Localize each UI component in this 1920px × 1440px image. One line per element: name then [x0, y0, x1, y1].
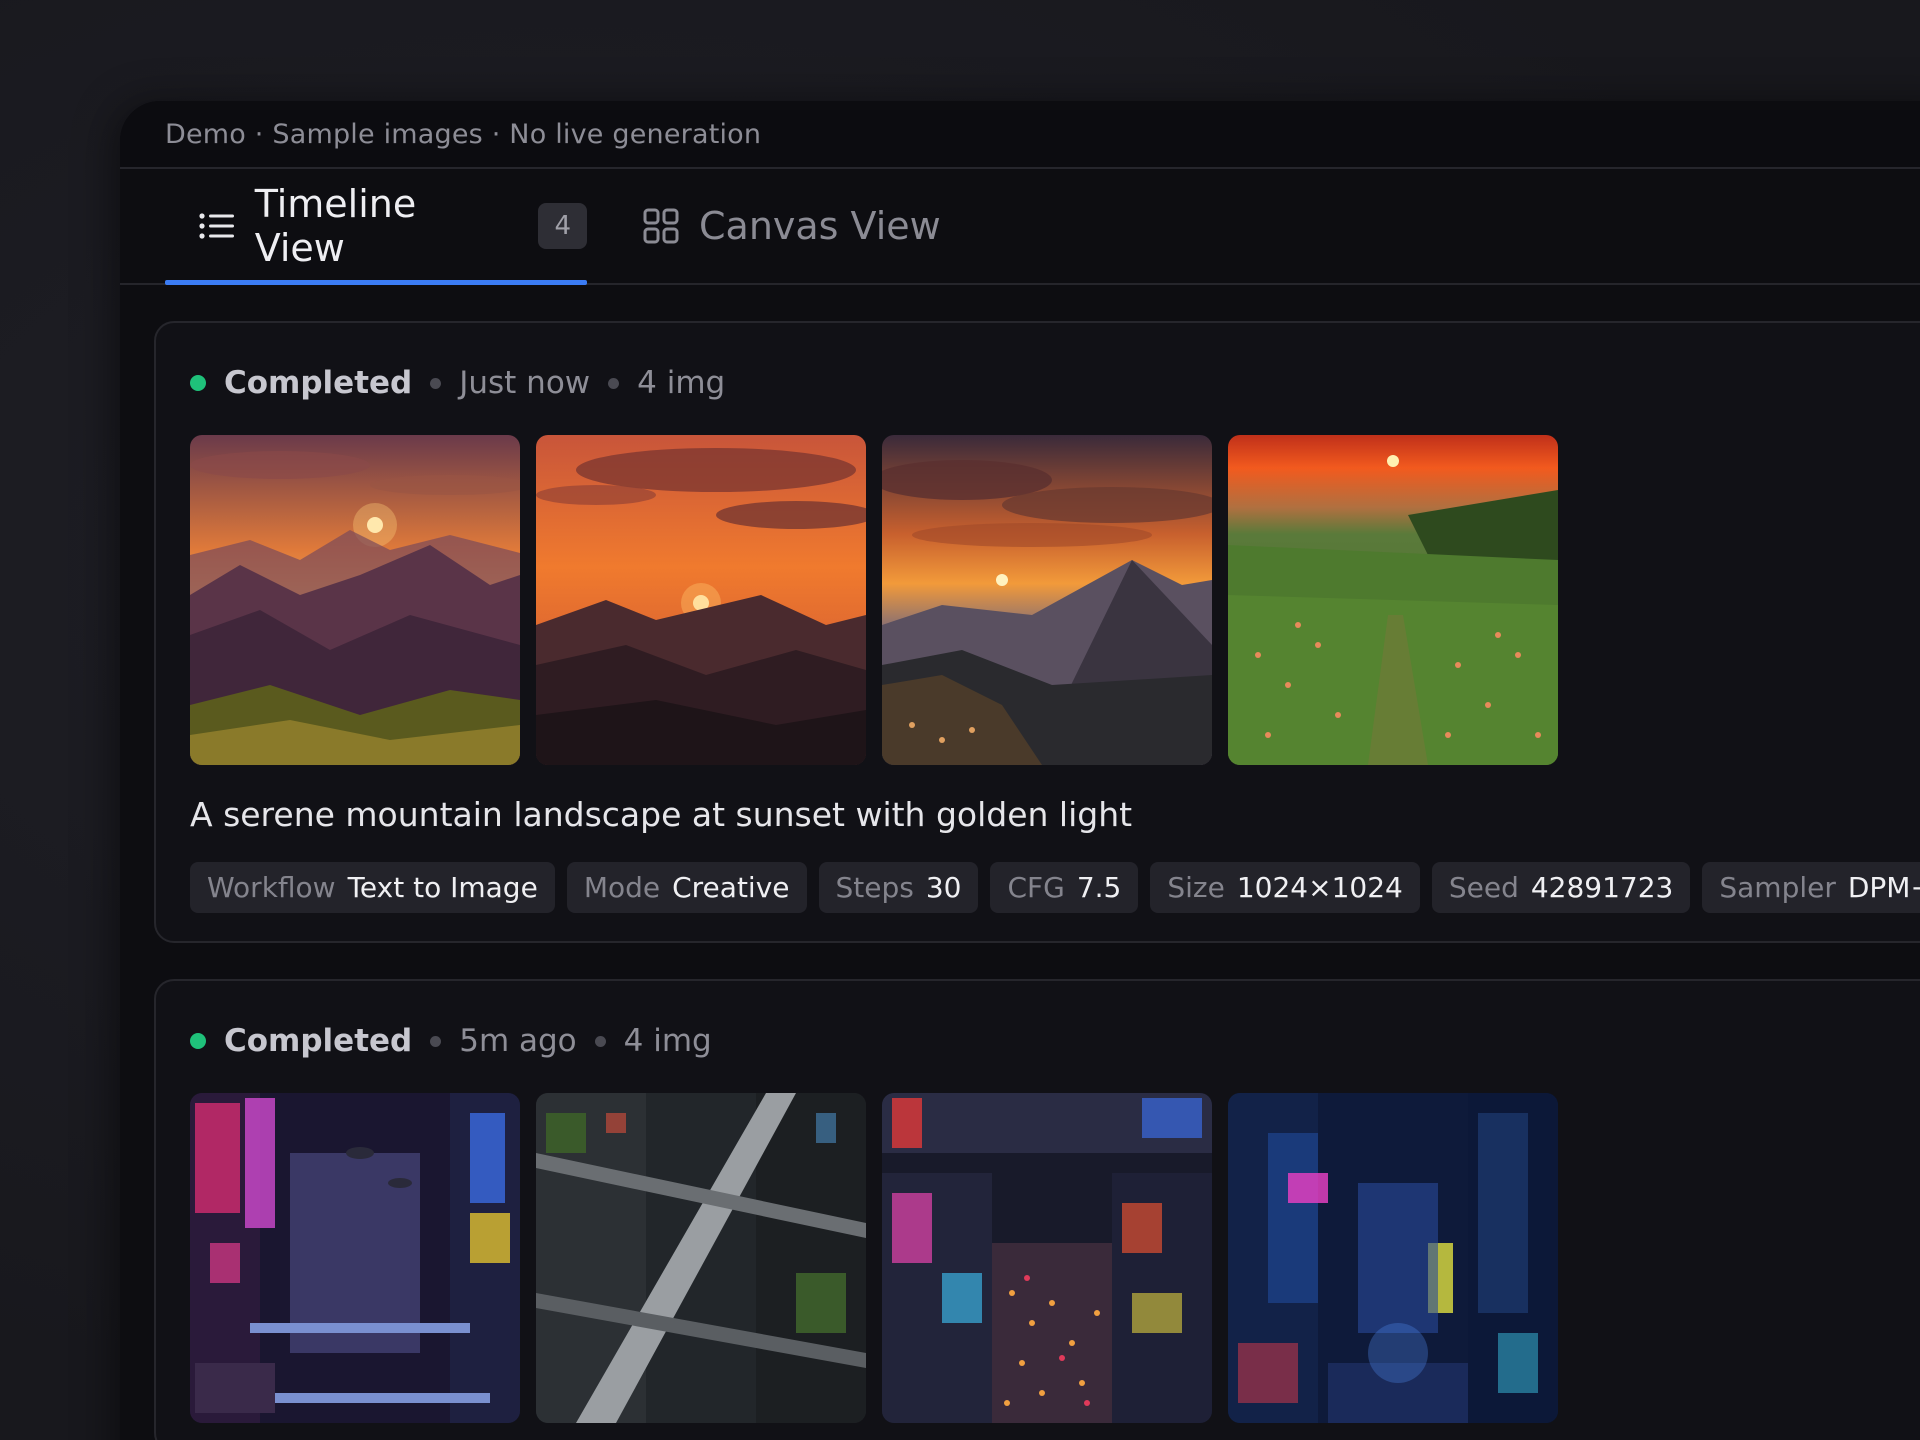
separator-dot — [430, 377, 442, 389]
param-chip-mode: Mode Creative — [566, 862, 807, 913]
page: Demo · Sample images · No live generatio… — [0, 0, 1920, 1440]
demo-banner: Demo · Sample images · No live generatio… — [120, 101, 1920, 169]
param-key: Sampler — [1719, 871, 1836, 904]
param-value: 30 — [925, 871, 962, 904]
param-chip-sampler: Sampler DPM++ 2M — [1702, 862, 1920, 913]
status-dot — [190, 375, 206, 391]
generation-params: Workflow Text to Image Mode Creative Steps… — [190, 862, 1920, 913]
param-chip-workflow: Workflow Text to Image — [190, 862, 555, 913]
generation-card: Completed 5m ago 4 img — [154, 979, 1920, 1440]
param-key: Seed — [1448, 871, 1519, 904]
param-chip-size: Size 1024×1024 — [1150, 862, 1420, 913]
separator-dot — [430, 1035, 442, 1047]
list-icon — [197, 206, 237, 246]
separator-dot — [608, 377, 620, 389]
generated-image[interactable] — [536, 435, 866, 765]
generated-image[interactable] — [190, 1093, 520, 1423]
generated-image[interactable] — [882, 435, 1212, 765]
tab-timeline-label: Timeline View — [254, 182, 417, 270]
param-value: DPM++ 2M — [1847, 871, 1920, 904]
param-chip-cfg: CFG 7.5 — [990, 862, 1139, 913]
generation-header: Completed 5m ago 4 img — [190, 1021, 1920, 1061]
image-grid — [190, 435, 1920, 765]
param-value: 1024×1024 — [1236, 871, 1403, 904]
generation-count: 4 img — [637, 365, 726, 401]
generation-prompt: A serene mountain landscape at sunset wi… — [190, 795, 1133, 834]
generated-image[interactable] — [536, 1093, 866, 1423]
status-label: Completed — [224, 365, 413, 401]
generation-header: Completed Just now 4 img — [190, 363, 1920, 403]
param-value: Creative — [672, 871, 790, 904]
status-dot — [190, 1033, 206, 1049]
image-grid — [190, 1093, 1920, 1423]
separator-dot — [594, 1035, 606, 1047]
app-window: Demo · Sample images · No live generatio… — [120, 101, 1920, 1440]
param-value: 42891723 — [1530, 871, 1674, 904]
param-key: Workflow — [207, 871, 336, 904]
status-label: Completed — [224, 1023, 413, 1059]
param-key: CFG — [1007, 871, 1065, 904]
generated-image[interactable] — [882, 1093, 1212, 1423]
param-chip-seed: Seed 42891723 — [1431, 862, 1691, 913]
param-key: Steps — [835, 871, 914, 904]
param-value: 7.5 — [1076, 871, 1122, 904]
grid-icon — [641, 206, 681, 246]
generated-image[interactable] — [1228, 435, 1558, 765]
generation-card: Completed Just now 4 img A serene mounta… — [154, 321, 1920, 943]
tab-canvas-label: Canvas View — [699, 204, 941, 248]
param-chip-steps: Steps 30 — [818, 862, 979, 913]
generated-image[interactable] — [1228, 1093, 1558, 1423]
param-value: Text to Image — [347, 871, 538, 904]
tab-timeline-view[interactable]: Timeline View 4 — [165, 169, 587, 285]
generation-count: 4 img — [623, 1023, 712, 1059]
view-tabs: Timeline View 4 Canvas View — [120, 169, 1920, 285]
generation-time: 5m ago — [459, 1023, 577, 1059]
timeline-count-badge: 4 — [538, 203, 587, 249]
param-key: Size — [1167, 871, 1225, 904]
generation-time: Just now — [459, 365, 591, 401]
generated-image[interactable] — [190, 435, 520, 765]
tab-canvas-view[interactable]: Canvas View — [607, 169, 975, 283]
param-key: Mode — [583, 871, 661, 904]
timeline-list: Completed Just now 4 img A serene mounta… — [120, 285, 1920, 1440]
